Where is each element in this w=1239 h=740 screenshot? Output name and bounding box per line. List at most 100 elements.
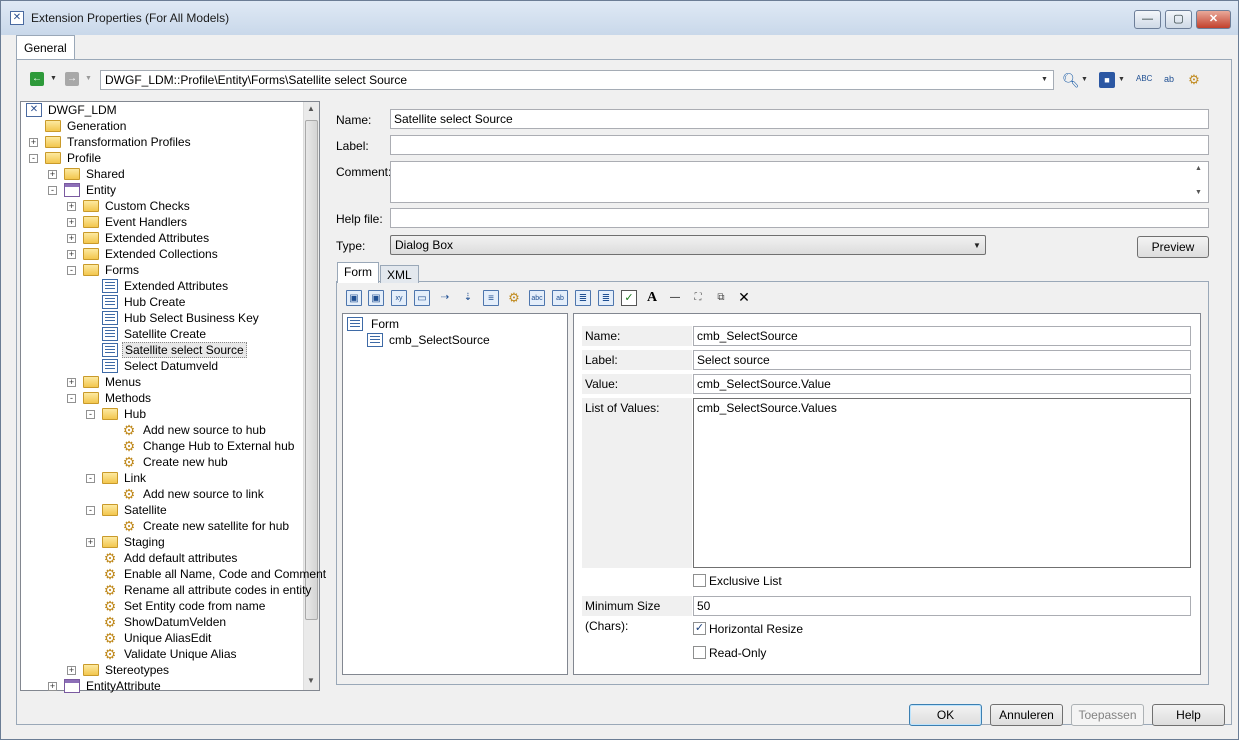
back-dropdown-icon[interactable]: ▼: [50, 75, 57, 82]
tree-node-method[interactable]: ⚙ Add new source to link: [1, 486, 301, 502]
help-button[interactable]: Help: [1152, 704, 1225, 726]
type-dropdown-icon[interactable]: ▼: [973, 241, 981, 250]
expand-icon[interactable]: +: [67, 378, 76, 387]
expand-icon[interactable]: +: [67, 250, 76, 259]
collapse-icon[interactable]: -: [67, 266, 76, 275]
path-field[interactable]: DWGF_LDM::Profile\Entity\Forms\Satellite…: [100, 70, 1054, 90]
expand-icon[interactable]: +: [67, 202, 76, 211]
add-edit-field-icon[interactable]: abc: [529, 290, 545, 306]
add-vertical-layout-icon[interactable]: ▭: [414, 290, 430, 306]
form-tree-root[interactable]: Form: [347, 316, 547, 332]
save-dropdown-icon[interactable]: ▼: [1118, 76, 1125, 83]
expand-icon[interactable]: +: [48, 170, 57, 179]
control-name-field[interactable]: cmb_SelectSource: [693, 326, 1191, 346]
tree-node-forms[interactable]: - Forms: [1, 262, 301, 278]
delete-icon[interactable]: ✕: [736, 290, 752, 306]
collapse-icon[interactable]: -: [48, 186, 57, 195]
min-size-field[interactable]: 50: [693, 596, 1191, 616]
tree-node-generation[interactable]: Generation: [1, 118, 301, 134]
tree-node-method[interactable]: ⚙ Add default attributes: [1, 550, 301, 566]
tree-node-shared[interactable]: + Shared: [1, 166, 301, 182]
add-check-box-icon[interactable]: ✓: [621, 290, 637, 306]
add-dialog-icon[interactable]: ⧉: [713, 290, 729, 306]
expand-icon[interactable]: +: [86, 538, 95, 547]
ok-button[interactable]: OK: [909, 704, 982, 726]
spell-check-icon[interactable]: ABC: [1136, 71, 1152, 87]
tree-node-methods[interactable]: - Methods: [1, 390, 301, 406]
add-combo-box-icon[interactable]: ≣: [575, 290, 591, 306]
expand-icon[interactable]: +: [48, 682, 57, 691]
label-field[interactable]: [390, 135, 1209, 155]
tree-node-entity-attribute[interactable]: + EntityAttribute: [1, 678, 301, 694]
collapse-icon[interactable]: -: [67, 394, 76, 403]
tree-node-extended-collections[interactable]: + Extended Collections: [1, 246, 301, 262]
tree-node-form-item[interactable]: Hub Create: [1, 294, 301, 310]
tree-node-custom-checks[interactable]: + Custom Checks: [1, 198, 301, 214]
tree-node-method[interactable]: ⚙ Rename all attribute codes in entity: [1, 582, 312, 598]
tree-node-form-item[interactable]: Satellite Create: [1, 326, 301, 342]
add-list-box-icon[interactable]: ≣: [598, 290, 614, 306]
tree-node-link[interactable]: - Link: [1, 470, 301, 486]
add-form-icon[interactable]: ≡: [483, 290, 499, 306]
find-dropdown-icon[interactable]: ▼: [1081, 76, 1088, 83]
back-arrow-icon[interactable]: ←: [30, 72, 44, 86]
collapse-icon[interactable]: -: [86, 474, 95, 483]
tree-node-form-item[interactable]: Satellite select Source: [1, 342, 301, 358]
collapse-icon[interactable]: -: [86, 506, 95, 515]
tree-node-hub[interactable]: - Hub: [1, 406, 301, 422]
preview-button[interactable]: Preview: [1137, 236, 1209, 258]
collapse-icon[interactable]: -: [86, 410, 95, 419]
tree-node-profile[interactable]: - Profile: [1, 150, 301, 166]
comment-field[interactable]: [390, 161, 1209, 203]
expand-icon[interactable]: +: [67, 666, 76, 675]
collapse-icon[interactable]: -: [29, 154, 38, 163]
add-spacer-icon[interactable]: ⛶: [690, 290, 706, 306]
expand-icon[interactable]: +: [67, 234, 76, 243]
type-select[interactable]: Dialog Box: [390, 235, 986, 255]
horizontal-resize-checkbox[interactable]: ✓: [693, 622, 706, 635]
properties-icon[interactable]: ⚙: [1186, 72, 1202, 88]
tree-node-method[interactable]: ⚙ Create new satellite for hub: [1, 518, 301, 534]
add-horizontal-layout-icon[interactable]: xy: [391, 290, 407, 306]
tree-node-method[interactable]: ⚙ ShowDatumVelden: [1, 614, 301, 630]
add-group-box-icon[interactable]: ▣: [346, 290, 362, 306]
tree-node-root[interactable]: ✕ DWGF_LDM: [1, 102, 301, 118]
control-lov-field[interactable]: cmb_SelectSource.Values: [693, 398, 1191, 568]
tree-node-transformation-profiles[interactable]: + Transformation Profiles: [1, 134, 301, 150]
comment-scroll-down-icon[interactable]: ▼: [1195, 189, 1202, 196]
tree-node-method[interactable]: ⚙ Change Hub to External hub: [1, 438, 301, 454]
cancel-button[interactable]: Annuleren: [990, 704, 1063, 726]
tree-node-staging[interactable]: + Staging: [1, 534, 301, 550]
apply-button[interactable]: Toepassen: [1071, 704, 1144, 726]
tree-node-form-item[interactable]: Select Datumveld: [1, 358, 301, 374]
minimize-button[interactable]: —: [1134, 10, 1161, 29]
replace-text-icon[interactable]: ab: [1161, 71, 1177, 87]
name-field[interactable]: Satellite select Source: [390, 109, 1209, 129]
helpfile-field[interactable]: [390, 208, 1209, 228]
add-separator-icon[interactable]: —: [667, 290, 683, 306]
expand-icon[interactable]: +: [67, 218, 76, 227]
tree-node-stereotypes[interactable]: + Stereotypes: [1, 662, 301, 678]
control-value-field[interactable]: cmb_SelectSource.Value: [693, 374, 1191, 394]
find-icon[interactable]: 🔍︎: [1062, 72, 1080, 88]
add-multiline-edit-icon[interactable]: ab: [552, 290, 568, 306]
tree-node-extended-attributes[interactable]: + Extended Attributes: [1, 230, 301, 246]
tab-xml[interactable]: XML: [380, 265, 419, 283]
tree-node-method[interactable]: ⚙ Enable all Name, Code and Comment: [1, 566, 326, 582]
tab-general[interactable]: General: [16, 35, 75, 60]
tree-node-entity[interactable]: - Entity: [1, 182, 301, 198]
tree-scrollbar[interactable]: ▲ ▼: [303, 102, 319, 690]
form-tree-combo[interactable]: cmb_SelectSource: [367, 332, 567, 348]
tree-node-event-handlers[interactable]: + Event Handlers: [1, 214, 301, 230]
tree-node-method[interactable]: ⚙ Validate Unique Alias: [1, 646, 301, 662]
forward-dropdown-icon[interactable]: ▼: [85, 75, 92, 82]
read-only-checkbox[interactable]: [693, 646, 706, 659]
maximize-button[interactable]: ▢: [1165, 10, 1192, 29]
tree-node-method[interactable]: ⚙ Add new source to hub: [1, 422, 301, 438]
tree-node-method[interactable]: ⚙ Unique AliasEdit: [1, 630, 301, 646]
tab-form[interactable]: Form: [337, 262, 379, 283]
tree-scroll-thumb[interactable]: [305, 120, 318, 620]
control-label-field[interactable]: Select source: [693, 350, 1191, 370]
comment-scroll-up-icon[interactable]: ▲: [1195, 165, 1202, 172]
close-button[interactable]: ✕: [1196, 10, 1231, 29]
